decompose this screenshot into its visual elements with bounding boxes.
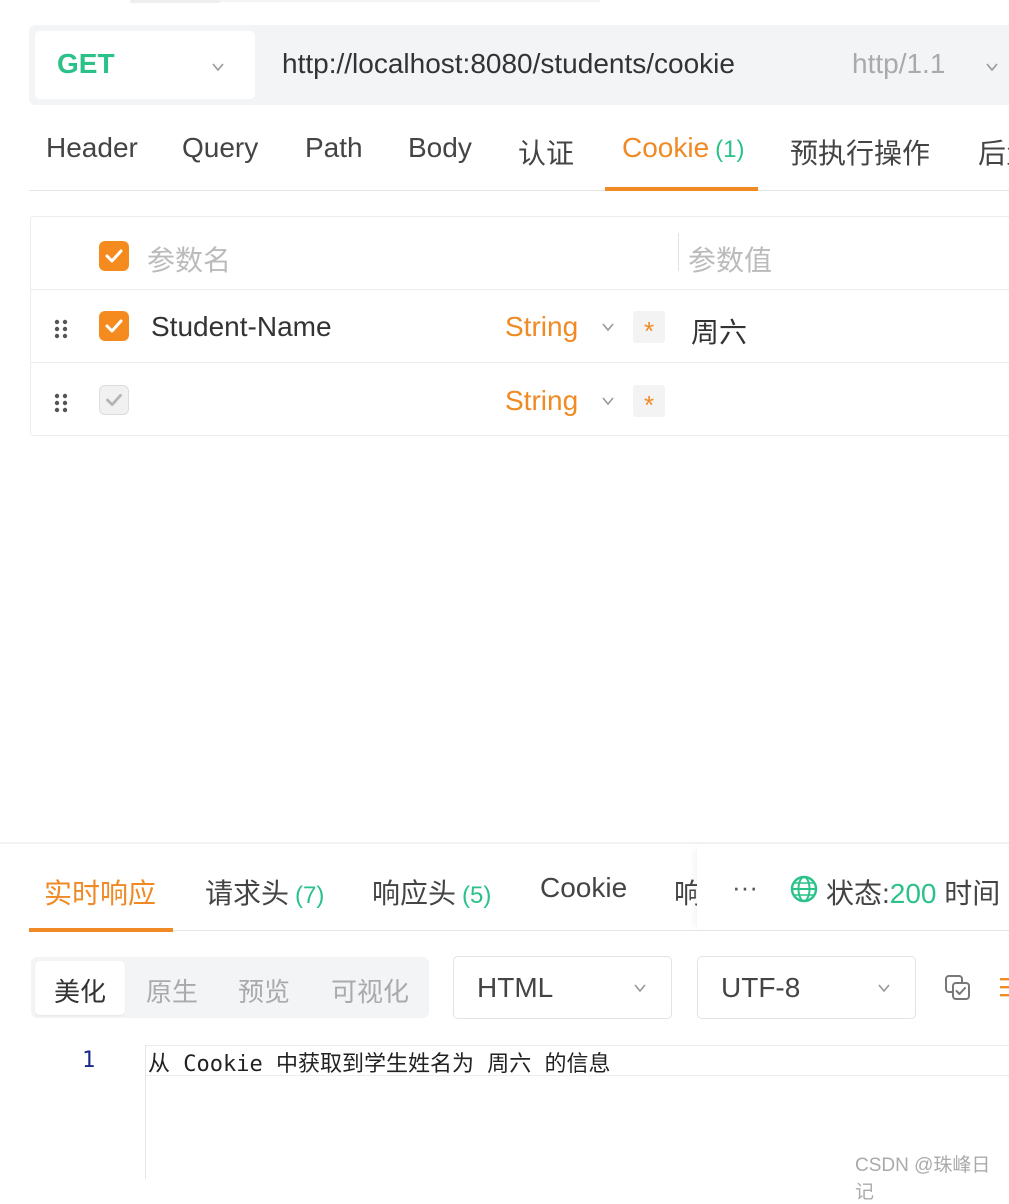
view-mode-pretty[interactable]: 美化 — [54, 972, 106, 1009]
status-code: 200 — [889, 878, 937, 909]
chevron-down-icon — [602, 397, 614, 406]
active-response-tab-indicator — [29, 928, 173, 932]
status-label: 状态: — [826, 878, 890, 909]
url-input[interactable]: http://localhost:8080/students/cookie — [282, 48, 735, 80]
tab-response-headers-label: 响应头 — [372, 878, 457, 909]
chevron-down-icon — [602, 323, 614, 332]
globe-icon — [790, 875, 818, 903]
response-tabs-divider — [29, 930, 1009, 931]
row-divider — [31, 362, 1009, 363]
tab-request-headers-count: (7) — [295, 882, 325, 909]
tab-request-headers[interactable]: 请求头 (7) — [205, 872, 324, 912]
active-tab-indicator — [605, 187, 758, 191]
encoding-select-value: UTF-8 — [721, 972, 801, 1003]
tab-cookie[interactable]: Cookie (1) — [622, 132, 745, 164]
param-type-select[interactable]: String — [505, 311, 578, 343]
copy-icon[interactable] — [944, 974, 972, 1002]
column-header-value: 参数值 — [688, 245, 773, 276]
chevron-down-icon — [986, 63, 998, 72]
tabs-divider — [29, 190, 1009, 191]
checkbox-check-icon — [105, 319, 123, 333]
param-value-input[interactable]: 周六 — [691, 311, 747, 351]
param-type-select[interactable]: String — [505, 385, 578, 417]
tab-response-cookie[interactable]: Cookie — [540, 872, 627, 904]
menu-icon[interactable] — [1000, 976, 1009, 1000]
select-all-checkbox[interactable] — [99, 241, 129, 271]
column-header-name: 参数名 — [147, 245, 232, 276]
tab-path[interactable]: Path — [305, 132, 363, 164]
drag-handle-icon[interactable] — [52, 392, 70, 414]
tab-request-headers-label: 请求头 — [205, 878, 290, 909]
view-mode-visualize[interactable]: 可视化 — [331, 972, 409, 1009]
row-checkbox[interactable] — [99, 311, 129, 341]
code-gutter-divider — [145, 1045, 146, 1179]
required-toggle[interactable]: * — [633, 385, 665, 420]
tab-header[interactable]: Header — [46, 132, 138, 164]
chevron-down-icon — [212, 63, 224, 72]
view-mode-raw[interactable]: 原生 — [146, 972, 198, 1009]
format-select-value: HTML — [477, 972, 554, 1003]
tab-query[interactable]: Query — [182, 132, 258, 164]
top-strip-2 — [220, 0, 600, 2]
line-number: 1 — [82, 1048, 96, 1073]
method-label: GET — [57, 48, 115, 79]
drag-handle-icon[interactable] — [52, 318, 70, 340]
column-divider — [678, 233, 679, 271]
tab-pre-request[interactable]: 预执行操作 — [790, 132, 930, 172]
status-readout: 状态:200 时间 — [826, 872, 1000, 912]
watermark: CSDN @珠峰日记 — [855, 1155, 991, 1203]
checkbox-check-icon — [105, 249, 123, 263]
tab-auth[interactable]: 认证 — [518, 132, 574, 172]
row-divider — [31, 289, 1009, 290]
top-strip — [130, 0, 220, 3]
tab-post-request[interactable]: 后置 — [978, 132, 1009, 172]
chevron-down-icon — [634, 984, 646, 993]
view-mode-preview[interactable]: 预览 — [238, 972, 290, 1009]
tab-cookie-label: Cookie — [622, 132, 710, 163]
more-tabs-button[interactable]: ··· — [732, 872, 758, 903]
time-label: 时间 — [944, 878, 1001, 909]
param-name-input[interactable]: Student-Name — [151, 311, 332, 343]
tab-body[interactable]: Body — [408, 132, 472, 164]
required-toggle[interactable]: * — [633, 311, 665, 346]
tab-live-response[interactable]: 实时响应 — [44, 872, 156, 912]
protocol-select[interactable]: http/1.1 — [852, 48, 945, 80]
row-checkbox[interactable] — [99, 385, 129, 415]
tab-response-headers[interactable]: 响应头 (5) — [372, 872, 491, 912]
chevron-down-icon — [878, 984, 890, 993]
response-body-text: 从 Cookie 中获取到学生姓名为 周六 的信息 — [148, 1052, 611, 1077]
checkbox-check-icon — [106, 393, 122, 407]
tab-cookie-count: (1) — [715, 136, 745, 163]
tab-response-headers-count: (5) — [462, 882, 492, 909]
response-divider — [0, 842, 1009, 844]
